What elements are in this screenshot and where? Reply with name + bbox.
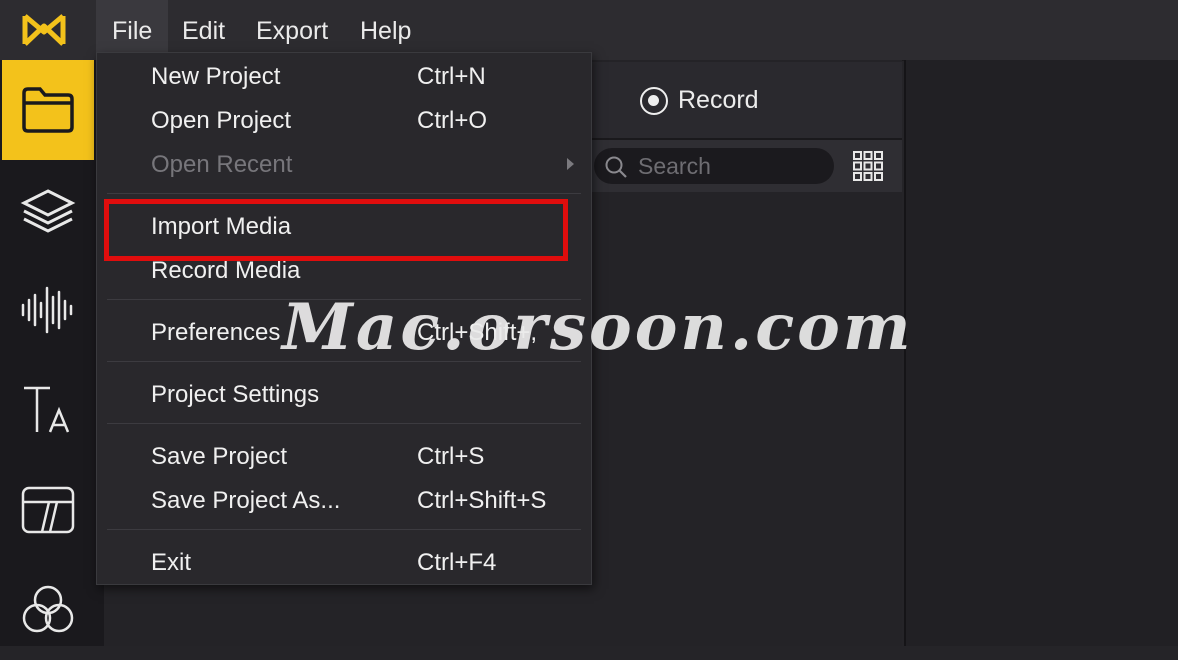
folder-icon: [22, 87, 74, 133]
text-tab-button[interactable]: [2, 360, 94, 460]
text-icon: [24, 386, 70, 433]
layers-icon: [20, 189, 76, 233]
record-label: Record: [678, 86, 759, 114]
search-box: [594, 148, 834, 184]
watermark-text: Mac.orsoon.com: [282, 290, 914, 365]
menu-export[interactable]: Export: [240, 0, 344, 60]
effects-icon: [22, 585, 74, 633]
menu-help[interactable]: Help: [344, 0, 427, 60]
menu-item-new-project[interactable]: New Project Ctrl+N: [97, 55, 591, 99]
menu-item-open-project[interactable]: Open Project Ctrl+O: [97, 99, 591, 143]
transitions-tab-button[interactable]: [2, 460, 94, 560]
left-toolbar: [0, 60, 104, 646]
menu-item-open-recent[interactable]: Open Recent: [97, 143, 591, 187]
menu-separator: [107, 529, 581, 530]
menu-item-save-project-as[interactable]: Save Project As... Ctrl+Shift+S: [97, 479, 591, 523]
menu-file[interactable]: File: [96, 0, 169, 60]
audio-tab-button[interactable]: [2, 260, 94, 360]
media-tab-button[interactable]: [2, 60, 94, 160]
layers-tab-button[interactable]: [2, 162, 94, 262]
search-bar: [590, 140, 902, 192]
menu-separator: [107, 193, 581, 194]
search-input[interactable]: [638, 152, 818, 180]
record-toolbar: Record: [590, 62, 902, 140]
menu-item-project-settings[interactable]: Project Settings: [97, 373, 591, 417]
audio-waveform-icon: [21, 286, 73, 334]
highlight-annotation: [104, 199, 568, 261]
grid-view-icon[interactable]: [852, 150, 884, 182]
transition-icon: [21, 486, 75, 534]
search-icon: [605, 156, 627, 178]
preview-panel: [904, 60, 1178, 646]
effects-tab-button[interactable]: [2, 560, 94, 660]
menu-separator: [107, 423, 581, 424]
menu-item-save-project[interactable]: Save Project Ctrl+S: [97, 435, 591, 479]
menu-edit[interactable]: Edit: [166, 0, 241, 60]
menu-item-exit[interactable]: Exit Ctrl+F4: [97, 541, 591, 585]
record-icon: [640, 86, 668, 115]
submenu-arrow-icon: [567, 158, 574, 170]
app-logo-icon: [22, 14, 66, 46]
record-button[interactable]: Record: [640, 86, 759, 115]
